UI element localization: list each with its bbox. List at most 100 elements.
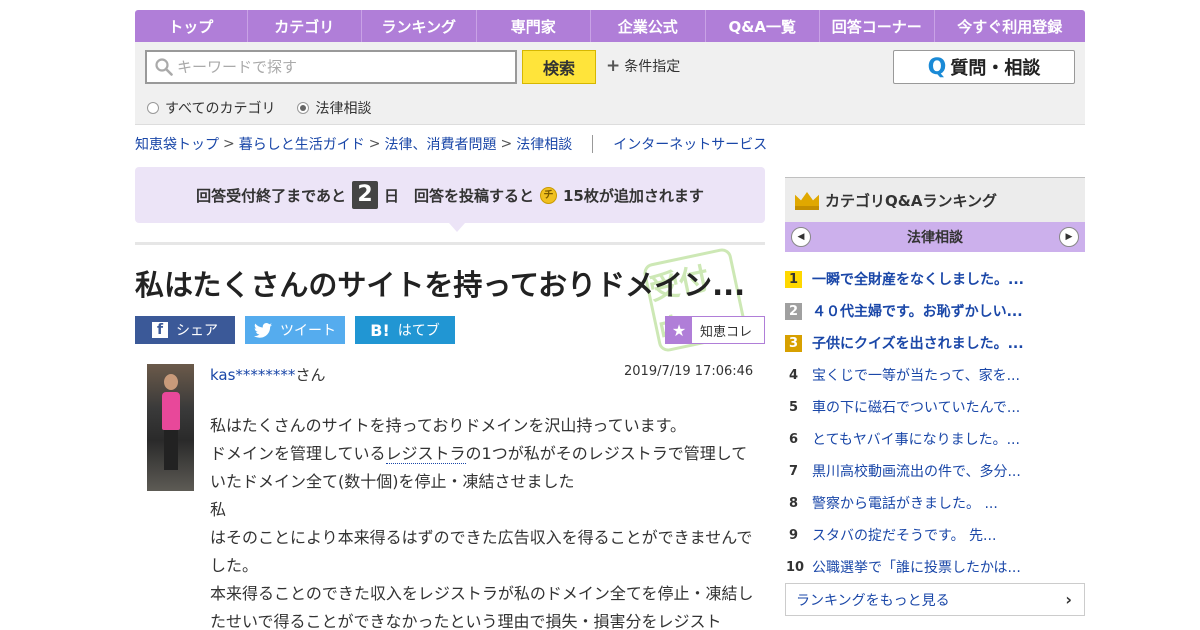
radio-on-icon: [297, 102, 310, 114]
breadcrumb-extra-link[interactable]: インターネットサービス: [613, 134, 767, 154]
question-timestamp: 2019/7/19 17:06:46: [624, 364, 754, 379]
facebook-share-label: シェア: [176, 323, 218, 339]
ranking-item-title[interactable]: 黒川高校動画流出の件で、多分...: [812, 461, 1021, 481]
deadline-banner: 回答受付終了まであと 2 日 回答を投稿すると チ 15枚が追加されます: [135, 167, 765, 223]
rank-number: 4: [788, 367, 799, 383]
ranking-item-title[interactable]: 公職選挙で「誰に投票したかは...: [812, 557, 1021, 577]
body-line: 本来得ることのできた収入をレジストラが私のドメイン全てを停止・凍結したせいで得る…: [210, 584, 754, 630]
rank-number: 1: [785, 270, 802, 288]
rank-number: 3: [785, 334, 802, 352]
nav-ranking[interactable]: ランキング: [362, 10, 477, 42]
ranking-item[interactable]: 10 公職選挙で「誰に投票したかは...: [785, 551, 1085, 583]
plus-icon: +: [606, 56, 621, 76]
nav-expert[interactable]: 専門家: [477, 10, 591, 42]
hatena-bookmark-button[interactable]: B! はてブ: [355, 316, 455, 344]
hatena-icon: B!: [370, 320, 390, 340]
ranking-category: 法律相談: [907, 230, 963, 246]
body-line: 私: [210, 500, 227, 519]
rank-number: 10: [785, 559, 805, 575]
rank-number: 5: [788, 399, 799, 415]
ask-question-button[interactable]: Q 質問・相談: [893, 50, 1075, 84]
chiekore-button[interactable]: ★ 知恵コレ: [665, 316, 765, 344]
search-input[interactable]: [177, 58, 507, 76]
ranking-item-title[interactable]: ４０代主婦です。お恥ずかしい...: [812, 301, 1023, 321]
body-line: はそのことにより本来得るはずのできた広告収入を得ることができませんでした。: [210, 528, 753, 575]
radio-all-categories[interactable]: すべてのカテゴリ: [147, 98, 275, 118]
banner-pointer: [449, 223, 465, 232]
ranking-category-bar: ◀ 法律相談 ▶: [785, 222, 1085, 252]
crown-icon: [795, 190, 819, 210]
conditions-link[interactable]: + 条件指定: [606, 56, 680, 76]
ranking-item-title[interactable]: 警察から電話がきました。 ...: [812, 493, 998, 513]
question-title: 私はたくさんのサイトを持っておりドメイン...: [135, 268, 746, 302]
ranking-item-title[interactable]: 宝くじで一等が当たって、家を...: [812, 365, 1020, 385]
breadcrumb-separator: >: [223, 136, 235, 152]
prev-arrow-icon[interactable]: ◀: [791, 227, 811, 247]
rank-number: 6: [788, 431, 799, 447]
nav-answer-corner[interactable]: 回答コーナー: [820, 10, 935, 42]
banner-post: 日 回答を投稿すると: [383, 186, 534, 205]
twitter-icon: [254, 322, 272, 338]
rank-number: 8: [788, 495, 799, 511]
ranking-item-title[interactable]: 子供にクイズを出されました。...: [812, 333, 1024, 353]
question-body: 私はたくさんのサイトを持っておりドメインを沢山持っています。 ドメインを管理して…: [210, 412, 755, 630]
nav-top[interactable]: トップ: [135, 10, 248, 42]
ranking-more-label: ランキングをもっと見る: [796, 592, 950, 609]
author-name[interactable]: kas********: [210, 366, 295, 384]
ranking-item[interactable]: 8 警察から電話がきました。 ...: [785, 487, 1085, 519]
q-icon: Q: [927, 54, 947, 80]
radio-all-label: すべてのカテゴリ: [165, 101, 276, 117]
breadcrumb-link[interactable]: 暮らしと生活ガイド: [239, 134, 365, 154]
ranking-item-title[interactable]: スタバの掟だそうです。 先...: [812, 525, 996, 545]
ranking-item[interactable]: 6 とてもヤバイ事になりました。...: [785, 423, 1085, 455]
category-scope: すべてのカテゴリ 法律相談: [147, 98, 371, 118]
ranking-item-title[interactable]: 車の下に磁石でついていたんで...: [812, 397, 1020, 417]
twitter-share-button[interactable]: ツイート: [245, 316, 345, 344]
ranking-header: カテゴリQ&Aランキング: [785, 177, 1085, 222]
nav-register[interactable]: 今すぐ利用登録: [935, 10, 1086, 42]
rank-number: 2: [785, 302, 802, 320]
coin-icon: チ: [540, 186, 557, 204]
breadcrumb-link[interactable]: 法律相談: [516, 134, 572, 154]
ranking-item[interactable]: 9 スタバの掟だそうです。 先...: [785, 519, 1085, 551]
nav-official[interactable]: 企業公式: [591, 10, 706, 42]
keyword-link-registrar[interactable]: レジストラ: [385, 444, 466, 464]
radio-law-category[interactable]: 法律相談: [297, 98, 371, 118]
hatena-label: はてブ: [397, 323, 440, 339]
ranking-item[interactable]: 4 宝くじで一等が当たって、家を...: [785, 359, 1085, 391]
rank-number: 9: [788, 527, 799, 543]
ranking-item[interactable]: 2 ４０代主婦です。お恥ずかしい...: [785, 295, 1085, 327]
chevron-right-icon: ›: [1065, 590, 1072, 609]
breadcrumb: 知恵袋トップ > 暮らしと生活ガイド > 法律、消費者問題 > 法律相談 インタ…: [135, 134, 767, 154]
ranking-item[interactable]: 1 一瞬で全財産をなくしました。...: [785, 263, 1085, 295]
body-line: 私はたくさんのサイトを持っておりドメインを沢山持っています。: [210, 416, 687, 435]
banner-reward: 15枚が追加されます: [563, 186, 704, 205]
radio-law-label: 法律相談: [315, 101, 372, 117]
ranking-item-title[interactable]: 一瞬で全財産をなくしました。...: [812, 269, 1024, 289]
nav-category[interactable]: カテゴリ: [248, 10, 362, 42]
author-suffix: さん: [295, 366, 326, 384]
search-box: [145, 50, 517, 84]
breadcrumb-link[interactable]: 知恵袋トップ: [135, 134, 219, 154]
question-author: kas********さん: [210, 364, 325, 385]
rank-number: 7: [788, 463, 799, 479]
next-arrow-icon[interactable]: ▶: [1059, 227, 1079, 247]
breadcrumb-link[interactable]: 法律、消費者問題: [384, 134, 496, 154]
ranking-item[interactable]: 7 黒川高校動画流出の件で、多分...: [785, 455, 1085, 487]
search-panel: 検索 + 条件指定 Q 質問・相談 すべてのカテゴリ 法律相談: [135, 42, 1085, 125]
ranking-item-title[interactable]: とてもヤバイ事になりました。...: [812, 429, 1020, 449]
nav-qa-list[interactable]: Q&A一覧: [706, 10, 820, 42]
search-button[interactable]: 検索: [522, 50, 596, 84]
banner-pre: 回答受付終了まであと: [196, 186, 346, 205]
avatar[interactable]: [147, 364, 194, 491]
ranking-item[interactable]: 5 車の下に磁石でついていたんで...: [785, 391, 1085, 423]
breadcrumb-separator: >: [368, 136, 381, 152]
radio-off-icon: [147, 102, 159, 114]
ranking-item[interactable]: 3 子供にクイズを出されました。...: [785, 327, 1085, 359]
breadcrumb-divider: [592, 135, 594, 153]
top-nav: トップ カテゴリ ランキング 専門家 企業公式 Q&A一覧 回答コーナー 今すぐ…: [135, 10, 1085, 42]
star-icon: ★: [666, 317, 692, 343]
ranking-more-link[interactable]: ランキングをもっと見る ›: [785, 583, 1085, 616]
search-icon: [155, 58, 173, 76]
facebook-share-button[interactable]: f シェア: [135, 316, 235, 344]
